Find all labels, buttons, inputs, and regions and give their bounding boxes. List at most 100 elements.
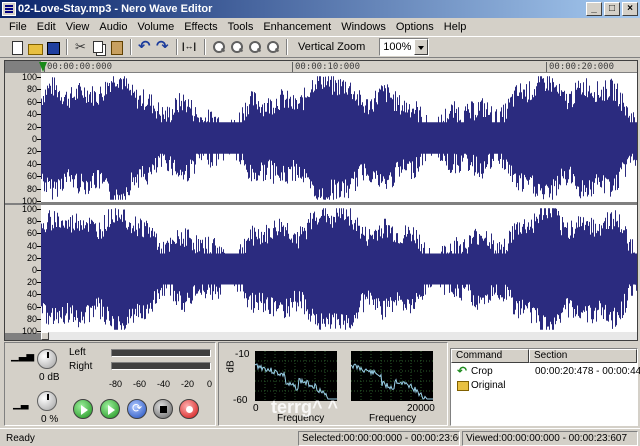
amplitude-tick-label: 60 [26, 97, 37, 107]
cut-icon[interactable] [72, 39, 89, 56]
spectrum-graph-left [255, 351, 337, 401]
toolbar: Vertical Zoom 100% [0, 36, 640, 58]
fit-icon[interactable] [182, 39, 199, 56]
amplitude-tick-label: 60 [26, 171, 37, 181]
timeline-tick: 00:00:00:000 [43, 62, 113, 72]
loop-button[interactable] [127, 399, 147, 419]
amplitude-tick-label: 80 [26, 184, 37, 194]
list-item[interactable]: Crop 00:00:20:478 - 00:00:44:0 [451, 364, 640, 379]
menu-enhancement[interactable]: Enhancement [258, 18, 336, 36]
paste-icon[interactable] [108, 39, 125, 56]
spectrum-curve-right [351, 351, 433, 401]
amplitude-tick-label: 100 [21, 72, 37, 82]
waveform-channel-left[interactable] [41, 73, 637, 203]
app-icon[interactable] [2, 2, 16, 16]
command-list-header: Command Section [451, 349, 637, 363]
column-header-section[interactable]: Section [529, 349, 637, 363]
amplitude-tick-label: 40 [26, 159, 37, 169]
folder-icon [457, 381, 469, 391]
menu-options[interactable]: Options [391, 18, 439, 36]
horizontal-scrollbar[interactable] [41, 332, 637, 340]
spectrum-db-label: dB [225, 360, 237, 373]
play-selection-button[interactable] [100, 399, 120, 419]
spectrum-db-min: -60 [233, 395, 248, 406]
meter-scale-label: -20 [181, 379, 195, 389]
waveform-path [41, 208, 637, 330]
balance-icon: ▁▃ [13, 399, 29, 410]
window-title: 02-Love-Stay.mp3 - Nero Wave Editor [18, 3, 213, 15]
amplitude-tick-label: 20 [26, 122, 37, 132]
undo-icon[interactable] [136, 37, 153, 56]
volume-knob[interactable] [37, 349, 57, 369]
minimize-button[interactable]: _ [586, 2, 602, 16]
spectrum-freq-min: 0 [253, 403, 259, 414]
record-button[interactable] [179, 399, 199, 419]
amplitude-tick-label: 40 [26, 289, 37, 299]
menu-tools[interactable]: Tools [223, 18, 259, 36]
open-folder-icon[interactable] [26, 39, 43, 56]
meter-scale-label: -80 [109, 379, 123, 389]
waveform-area: 00:00:00:000 00:00:10:000 00:00:20:000 1… [4, 60, 638, 341]
title-bar[interactable]: 02-Love-Stay.mp3 - Nero Wave Editor _ □ … [0, 0, 640, 18]
toolbar-separator [130, 39, 132, 55]
meter-scale-label: -40 [157, 379, 171, 389]
menu-help[interactable]: Help [439, 18, 472, 36]
new-file-icon[interactable] [8, 39, 25, 56]
left-level-meter [111, 349, 211, 357]
scrollbar-thumb[interactable] [41, 332, 49, 340]
right-channel-label: Right [69, 361, 93, 372]
timeline-ruler[interactable]: 00:00:00:000 00:00:10:000 00:00:20:000 [41, 61, 637, 73]
vertical-zoom-select[interactable]: 100% [379, 38, 430, 56]
spectrum-curve-left [255, 351, 337, 401]
status-selected: Selected:00:00:00:000 - 00:00:23:607 [298, 431, 460, 446]
column-header-command[interactable]: Command [451, 349, 529, 363]
spectrum-db-max: -10 [235, 349, 250, 360]
status-ready: Ready [6, 433, 35, 444]
menu-windows[interactable]: Windows [336, 18, 391, 36]
spectrum-graph-right [351, 351, 433, 401]
amplitude-ruler-left: 100 80 60 40 20 0 20 40 60 80 100 [5, 72, 41, 206]
waveform-right-svg [41, 208, 637, 330]
menu-volume[interactable]: Volume [133, 18, 180, 36]
stop-button[interactable] [153, 399, 173, 419]
left-channel-label: Left [69, 347, 86, 358]
spectrum-freq-label-right: Frequency [369, 413, 417, 424]
menu-file[interactable]: File [4, 18, 32, 36]
amplitude-tick-label: 100 [21, 326, 37, 336]
amplitude-ruler-right: 100 80 60 40 20 0 20 40 60 80 100 [5, 204, 41, 336]
amplitude-tick-label: 40 [26, 241, 37, 251]
save-icon[interactable] [44, 39, 61, 56]
zoom-all-icon[interactable] [264, 39, 281, 56]
command-history-list[interactable]: Command Section Crop 00:00:20:478 - 00:0… [450, 348, 640, 426]
maximize-button[interactable]: □ [604, 2, 620, 16]
chevron-down-icon[interactable] [414, 39, 429, 55]
volume-meter-icon: ▁▃▅ [11, 351, 35, 362]
toolbar-separator [204, 39, 206, 55]
balance-knob[interactable] [37, 391, 57, 411]
zoom-out-icon[interactable] [228, 39, 245, 56]
command-section: 00:00:20:478 - 00:00:44:0 [535, 366, 640, 377]
redo-icon[interactable] [154, 37, 171, 56]
amplitude-tick-label: 40 [26, 109, 37, 119]
play-button[interactable] [73, 399, 93, 419]
menu-view[interactable]: View [61, 18, 95, 36]
zoom-selection-icon[interactable] [246, 39, 263, 56]
playback-controls: ▁▃▅ 0 dB Left Right -80 -60 -40 -20 0 ▁▃… [4, 342, 216, 426]
spectrum-analyzer-panel: dB -10 -60 0 20000 Frequency Frequency t… [218, 342, 448, 426]
menu-audio[interactable]: Audio [94, 18, 132, 36]
command-name: Crop [471, 366, 493, 377]
zoom-in-icon[interactable] [210, 39, 227, 56]
balance-percent-label: 0 % [41, 414, 59, 425]
copy-icon[interactable] [90, 39, 107, 56]
amplitude-tick-label: 20 [26, 146, 37, 156]
waveform-channel-right[interactable] [41, 205, 637, 333]
waveform-left-svg [41, 76, 637, 200]
close-button[interactable]: × [622, 2, 638, 16]
list-item[interactable]: Original [451, 379, 637, 393]
amplitude-tick-label: 60 [26, 302, 37, 312]
menu-edit[interactable]: Edit [32, 18, 61, 36]
right-level-meter [111, 362, 211, 370]
timeline-tick: 00:00:20:000 [545, 62, 615, 72]
menu-effects[interactable]: Effects [179, 18, 222, 36]
amplitude-tick-label: 20 [26, 253, 37, 263]
